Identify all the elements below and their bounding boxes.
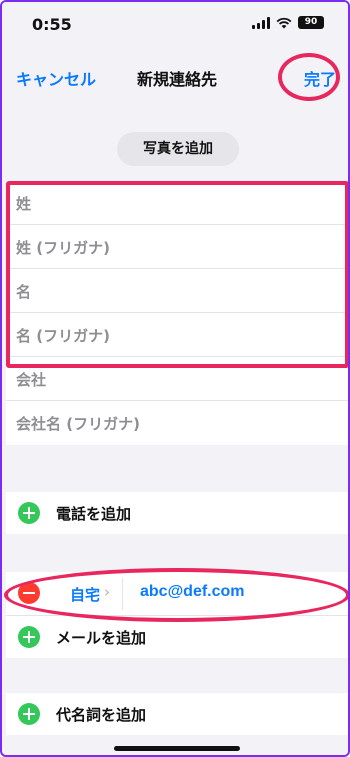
battery-icon: 90 bbox=[298, 16, 324, 29]
home-indicator bbox=[114, 746, 240, 751]
company-placeholder: 会社 bbox=[16, 371, 47, 389]
annotation-rectangle bbox=[6, 181, 348, 368]
annotation-oval-email bbox=[4, 568, 348, 622]
status-icons: 90 bbox=[252, 16, 324, 29]
phone-group: 電話を追加 bbox=[6, 492, 348, 534]
new-contact-sheet: キャンセル 新規連絡先 完了 写真を追加 姓 姓 (フリガナ) 名 名 (フリガ… bbox=[6, 50, 348, 755]
add-photo-button[interactable]: 写真を追加 bbox=[117, 132, 239, 166]
status-time: 0:55 bbox=[32, 15, 72, 34]
wifi-icon bbox=[276, 17, 292, 28]
add-pronoun-label: 代名詞を追加 bbox=[56, 706, 147, 724]
add-email-button[interactable]: メールを追加 bbox=[6, 616, 348, 658]
company-furigana-field[interactable]: 会社名 (フリガナ) bbox=[6, 401, 348, 445]
add-phone-button[interactable]: 電話を追加 bbox=[6, 492, 348, 534]
add-plus-icon bbox=[18, 703, 40, 725]
add-email-label: メールを追加 bbox=[56, 629, 147, 647]
pronoun-group: 代名詞を追加 bbox=[6, 693, 348, 735]
cellular-signal-icon bbox=[252, 16, 270, 29]
phone-frame: 0:55 90 キャンセル 新規連絡先 完了 写真を追加 姓 姓 (フリガナ) … bbox=[0, 0, 350, 757]
add-plus-icon bbox=[18, 502, 40, 524]
add-phone-label: 電話を追加 bbox=[56, 505, 132, 523]
annotation-oval-done bbox=[278, 53, 340, 101]
company-furigana-placeholder: 会社名 (フリガナ) bbox=[16, 415, 140, 433]
add-pronoun-button[interactable]: 代名詞を追加 bbox=[6, 693, 348, 735]
status-bar: 0:55 90 bbox=[2, 2, 348, 50]
add-plus-icon bbox=[18, 626, 40, 648]
